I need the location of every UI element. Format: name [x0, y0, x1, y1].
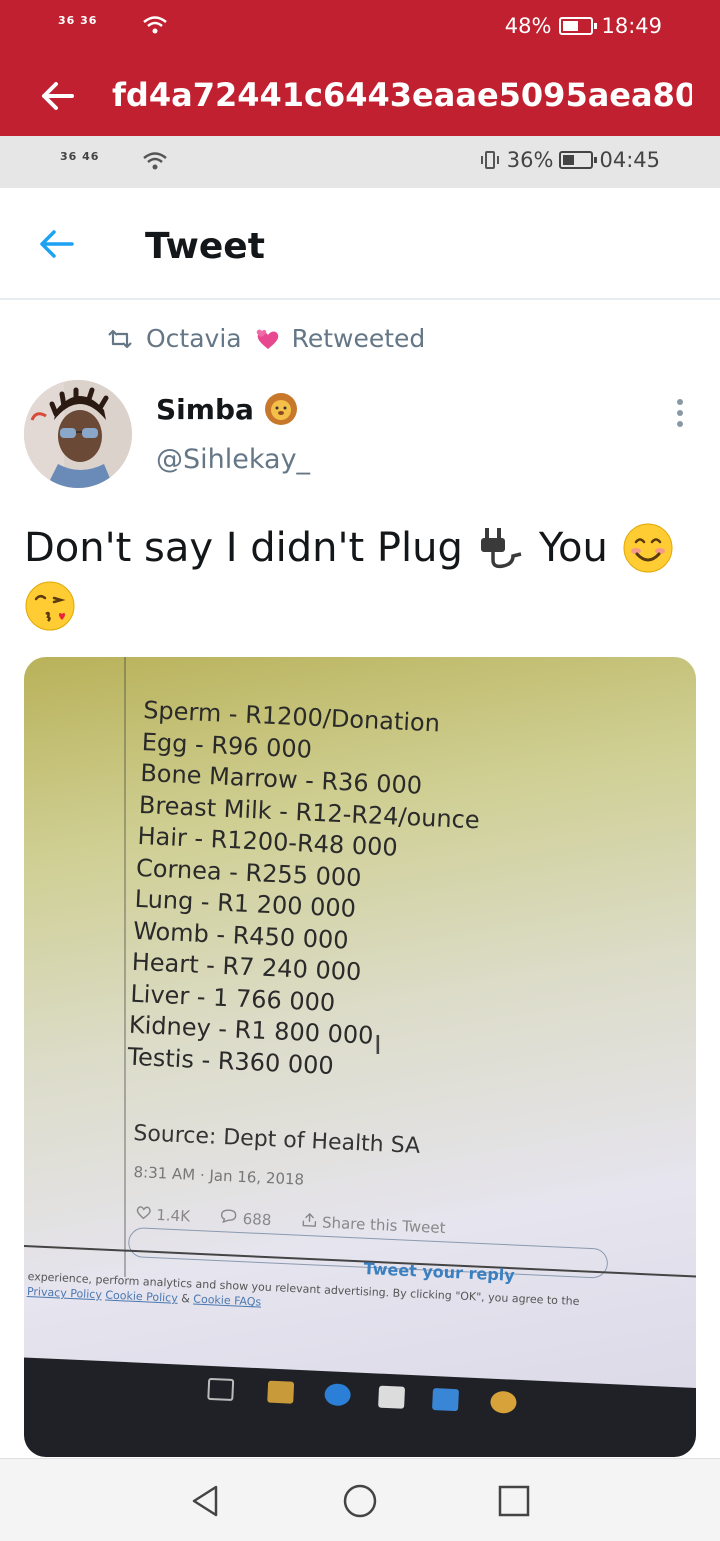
retweeted-label: Retweeted [291, 324, 426, 353]
photo-source: Source: Dept of Health SA [132, 1121, 421, 1159]
edge-browser-icon [324, 1383, 352, 1407]
like-heart-icon [136, 1206, 151, 1220]
inner-wifi-icon [143, 152, 167, 170]
author-name: Simba [156, 392, 254, 426]
photo-share-label: Share this Tweet [321, 1213, 446, 1238]
file-explorer-icon [267, 1380, 295, 1404]
app-bar: fd4a72441c6443eaae5095aea80... [0, 56, 720, 136]
clock: 18:49 [601, 14, 662, 38]
price-list: Sperm - R1200/Donation Egg - R96 000 Bon… [127, 695, 485, 1088]
photo-margin-line [124, 657, 126, 1277]
page-title: Tweet [145, 226, 265, 267]
author-name-row[interactable]: Simba [156, 392, 298, 426]
more-options-icon[interactable] [672, 398, 688, 428]
outer-status-bar: 36 36 48% 18:49 [0, 0, 720, 56]
avatar-image [24, 380, 132, 488]
electric-plug-emoji-icon [480, 528, 522, 569]
author-handle[interactable]: @Sihlekay_ [156, 444, 310, 475]
inner-clock: 04:45 [599, 148, 660, 172]
lion-emoji-icon [264, 393, 297, 425]
text-cursor-icon: I [374, 1031, 382, 1061]
photo-share: Share this Tweet [301, 1212, 446, 1238]
mail-icon [432, 1388, 459, 1412]
photo-likes: 1.4K [135, 1205, 190, 1225]
battery-percent: 48% [504, 14, 552, 38]
inner-battery-percent: 36% [506, 148, 554, 172]
inner-status-bar: 36 46 36% 04:45 [0, 136, 720, 188]
face-blowing-kiss-emoji-icon [25, 581, 75, 631]
photo-replies-count: 688 [242, 1209, 272, 1230]
cookie-amp: & [180, 1291, 191, 1306]
screenshot-content: 36 46 36% 04:45 Tweet Octavia Retweeted … [0, 136, 720, 1458]
task-view-icon [207, 1377, 235, 1401]
back-arrow-icon[interactable] [38, 76, 78, 116]
tweet-header: Tweet [0, 188, 720, 300]
privacy-policy-link: Privacy Policy [26, 1284, 103, 1302]
navigation-bar [0, 1458, 720, 1541]
photo-taskbar [24, 1357, 696, 1457]
cookie-policy-link: Cookie Policy [105, 1288, 179, 1305]
retweeter-name: Octavia [146, 324, 242, 353]
retweet-icon [108, 329, 132, 348]
reply-bubble-icon [221, 1209, 237, 1224]
photo-date: 8:31 AM · Jan 16, 2018 [133, 1163, 305, 1189]
inner-signal-indicator: 36 46 [60, 150, 100, 163]
tweet-photo[interactable]: Sperm - R1200/Donation Egg - R96 000 Bon… [24, 657, 696, 1457]
nav-recents-icon[interactable] [494, 1481, 534, 1521]
nav-back-icon[interactable] [186, 1481, 226, 1521]
avatar[interactable] [24, 380, 132, 488]
photo-likes-count: 1.4K [155, 1205, 191, 1226]
share-icon [302, 1212, 317, 1227]
wifi-icon [143, 16, 167, 34]
inner-battery-icon [559, 151, 598, 169]
battery-icon [559, 17, 598, 35]
tweet-back-arrow-icon[interactable] [36, 226, 76, 262]
photo-replies: 688 [220, 1209, 272, 1229]
retweet-context[interactable]: Octavia Retweeted [106, 324, 425, 353]
two-hearts-icon [256, 329, 278, 349]
app-bar-title: fd4a72441c6443eaae5095aea80... [112, 76, 692, 114]
vibrate-icon [480, 151, 499, 169]
cookie-faqs-link: Cookie FAQs [193, 1292, 262, 1309]
nav-home-icon[interactable] [340, 1481, 380, 1521]
tweet-text: Don't say I didn't Plug You [24, 520, 704, 632]
tweet-text-part2: You [538, 525, 608, 571]
store-icon [378, 1385, 406, 1409]
tweet-text-part1: Don't say I didn't Plug [24, 525, 463, 571]
smiling-face-emoji-icon [623, 523, 673, 573]
signal-indicator: 36 36 [58, 14, 98, 27]
chrome-icon [489, 1390, 517, 1414]
